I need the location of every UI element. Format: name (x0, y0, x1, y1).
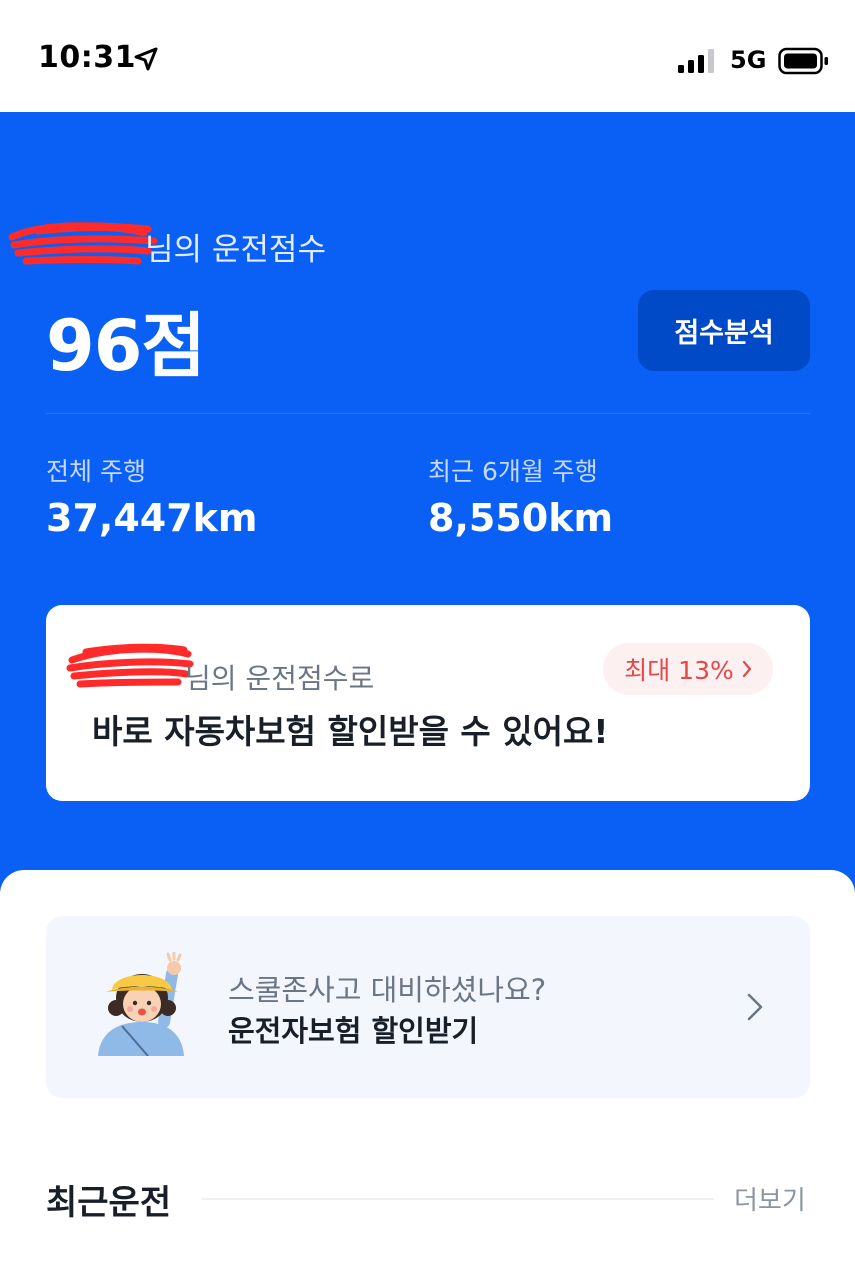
total-distance-value: 37,447km (46, 496, 258, 540)
redaction-scribble (66, 643, 194, 688)
max-discount-label: 최대 13% (624, 656, 734, 685)
redaction-scribble (8, 222, 158, 265)
chevron-right-icon (742, 660, 751, 678)
see-more-link[interactable]: 더보기 (734, 1180, 806, 1217)
recent-distance-label: 최근 6개월 주행 (428, 457, 598, 486)
recent-distance-value: 8,550km (428, 496, 614, 540)
score-label: 님의 운전점수 (145, 232, 326, 268)
score-analysis-button[interactable]: 점수분석 (638, 290, 810, 371)
network-type: 5G (730, 46, 767, 74)
discount-subtitle: 님의 운전점수로 (185, 662, 375, 695)
battery-icon (778, 47, 828, 75)
driving-score: 96점 (46, 305, 206, 387)
max-discount-badge[interactable]: 최대 13% (603, 643, 773, 695)
recent-driving-title: 최근운전 (46, 1183, 172, 1223)
discount-title: 바로 자동차보험 할인받을 수 있어요! (92, 712, 609, 751)
promo-title: 운전자보험 할인받기 (228, 1014, 479, 1048)
insurance-discount-card[interactable] (46, 605, 810, 801)
status-bar: 10:31 5G (0, 0, 855, 112)
divider (46, 413, 810, 414)
location-arrow-icon (134, 47, 158, 71)
status-time: 10:31 (38, 40, 136, 75)
total-distance-label: 전체 주행 (46, 457, 146, 486)
section-divider (202, 1198, 714, 1200)
child-waving-illustration (98, 952, 184, 1056)
signal-bars-icon (678, 49, 714, 73)
promo-subtitle: 스쿨존사고 대비하셨나요? (228, 973, 547, 1007)
chevron-right-icon[interactable] (744, 990, 766, 1024)
